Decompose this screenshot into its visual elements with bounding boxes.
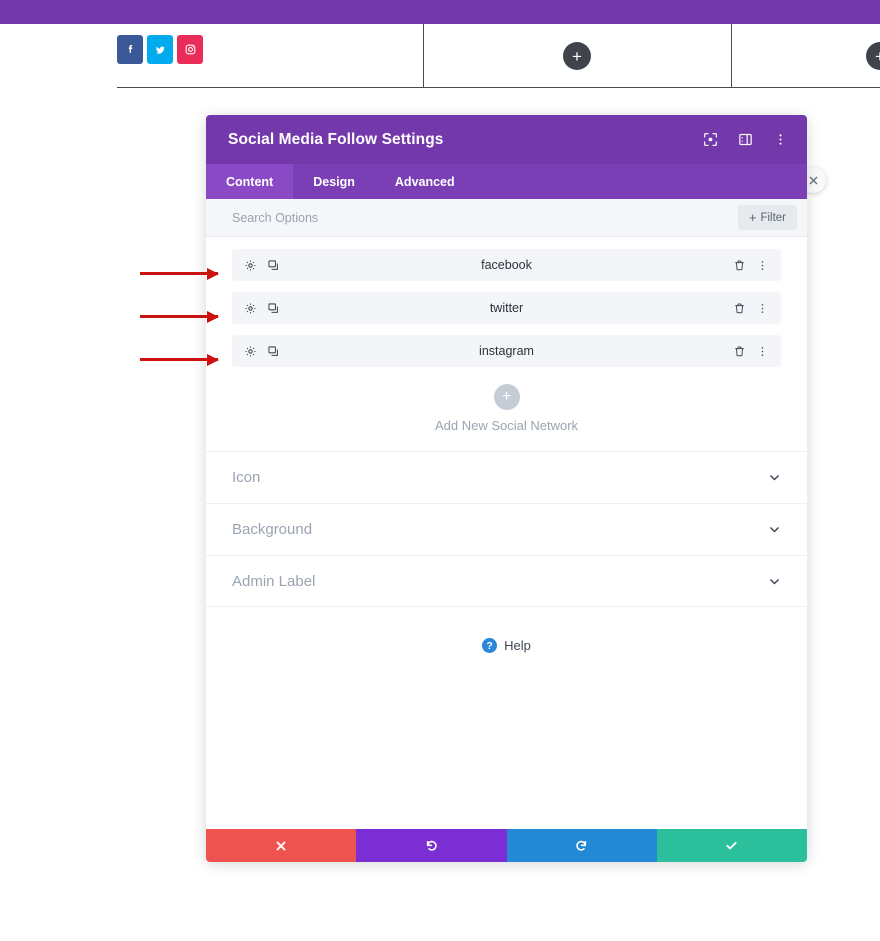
check-icon: [726, 841, 737, 850]
wordpress-admin-bar: [0, 0, 880, 24]
modal-footer: [206, 829, 807, 862]
annotation-arrow-twitter: [140, 310, 219, 323]
network-row-twitter[interactable]: twitter: [232, 292, 781, 324]
accordion-label: Background: [232, 521, 313, 538]
plus-icon: +: [493, 384, 520, 410]
accordion-label: Admin Label: [232, 572, 316, 590]
social-media-follow-settings-modal: Social Media Follow Settings Content Des…: [206, 115, 807, 862]
network-row-instagram[interactable]: instagram: [232, 335, 781, 367]
focus-target-icon[interactable]: [701, 131, 719, 149]
builder-row: + +: [0, 24, 880, 87]
social-network-list: facebook twitter instagram + Add New Soc…: [206, 237, 807, 433]
accordion-item-background[interactable]: Background: [206, 503, 807, 555]
add-module-button-three[interactable]: +: [866, 42, 880, 70]
filter-button[interactable]: + Filter: [737, 205, 797, 230]
modal-header-actions: [701, 131, 789, 149]
accordion-item-icon[interactable]: Icon: [206, 451, 807, 503]
trash-icon[interactable]: [733, 345, 746, 358]
plus-icon: +: [875, 48, 880, 65]
gear-icon[interactable]: [244, 259, 257, 272]
network-label: twitter: [489, 301, 524, 315]
layout-panel-icon[interactable]: [736, 131, 754, 149]
duplicate-icon[interactable]: [267, 345, 280, 358]
add-module-button-two[interactable]: +: [563, 42, 591, 70]
undo-icon: [426, 840, 437, 851]
modal-body: facebook twitter instagram + Add New Soc…: [206, 237, 807, 829]
modal-tabs: Content Design Advanced: [206, 164, 807, 199]
close-icon: [809, 176, 817, 184]
accordion-label: Icon: [232, 469, 261, 486]
more-vertical-icon[interactable]: [756, 302, 769, 315]
add-new-social-network-label: Add New Social Network: [434, 418, 579, 433]
duplicate-icon[interactable]: [267, 259, 280, 272]
cancel-button[interactable]: [206, 829, 357, 862]
search-input[interactable]: [232, 210, 738, 225]
redo-icon: [576, 840, 587, 851]
plus-icon: +: [748, 210, 757, 225]
more-vertical-icon[interactable]: [771, 131, 789, 149]
social-follow-module[interactable]: [117, 35, 203, 64]
social-chip-instagram[interactable]: [177, 35, 203, 64]
more-vertical-icon[interactable]: [756, 345, 769, 358]
add-new-social-network-button[interactable]: + Add New Social Network: [232, 378, 781, 433]
undo-button[interactable]: [356, 829, 507, 862]
tab-content[interactable]: Content: [206, 164, 294, 199]
builder-column-one[interactable]: [0, 24, 424, 87]
social-chip-facebook[interactable]: [117, 35, 143, 64]
plus-icon: +: [572, 46, 582, 66]
redo-button[interactable]: [506, 829, 657, 862]
help-label: Help: [504, 638, 531, 653]
row-divider: [117, 87, 880, 88]
accordion-item-admin-label[interactable]: Admin Label: [206, 555, 807, 607]
duplicate-icon[interactable]: [267, 302, 280, 315]
row-left-actions: [244, 345, 280, 358]
builder-column-two[interactable]: +: [424, 24, 732, 87]
chevron-down-icon: [768, 471, 781, 484]
annotation-arrow-instagram: [140, 353, 219, 366]
filter-button-label: Filter: [760, 211, 786, 224]
annotation-arrow-facebook: [140, 267, 219, 280]
help-button[interactable]: ? Help: [206, 638, 807, 653]
tab-advanced[interactable]: Advanced: [375, 164, 475, 199]
chevron-down-icon: [768, 523, 781, 536]
row-left-actions: [244, 259, 280, 272]
social-chip-twitter[interactable]: [147, 35, 173, 64]
row-right-actions: [733, 259, 769, 272]
modal-header: Social Media Follow Settings: [206, 115, 807, 164]
facebook-icon: [124, 43, 137, 56]
settings-accordion: Icon Background Admin Label: [206, 451, 807, 607]
twitter-icon: [153, 43, 167, 57]
chevron-down-icon: [768, 575, 781, 588]
network-label: facebook: [481, 258, 532, 272]
search-bar: + Filter: [206, 199, 807, 237]
row-right-actions: [733, 302, 769, 315]
instagram-icon: [184, 43, 197, 56]
row-left-actions: [244, 302, 280, 315]
network-row-facebook[interactable]: facebook: [232, 249, 781, 281]
row-right-actions: [733, 345, 769, 358]
tab-design[interactable]: Design: [293, 164, 375, 199]
trash-icon[interactable]: [733, 302, 746, 315]
help-circle-icon: ?: [482, 638, 498, 653]
trash-icon[interactable]: [733, 259, 746, 272]
page-title: Social Media Follow Settings: [228, 130, 444, 148]
gear-icon[interactable]: [244, 302, 257, 315]
save-button[interactable]: [656, 829, 807, 862]
close-icon: [276, 841, 286, 850]
network-label: instagram: [479, 344, 534, 358]
gear-icon[interactable]: [244, 345, 257, 358]
more-vertical-icon[interactable]: [756, 259, 769, 272]
builder-column-three[interactable]: +: [732, 24, 880, 87]
